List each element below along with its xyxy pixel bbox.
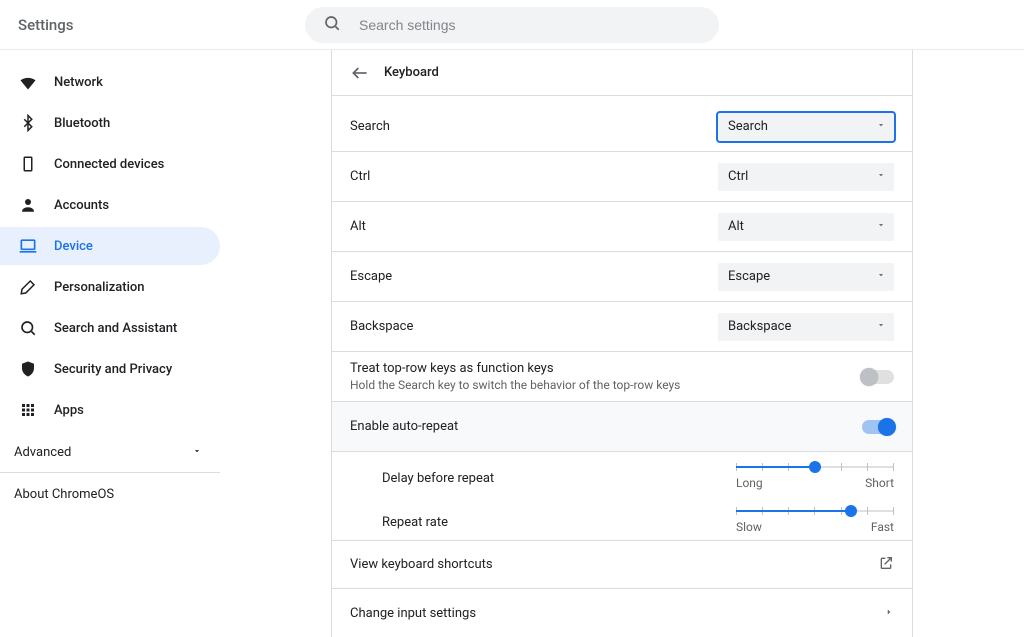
bluetooth-icon xyxy=(18,113,38,133)
external-link-icon xyxy=(878,555,894,575)
sidebar: Network Bluetooth Connected devices Acco… xyxy=(0,50,220,637)
select-value: Ctrl xyxy=(728,169,748,184)
sidebar-item-search-assistant[interactable]: Search and Assistant xyxy=(0,309,220,347)
card-header: Keyboard xyxy=(332,50,912,96)
rate-slider-row: Repeat rate Slow Fast xyxy=(332,496,912,541)
sidebar-item-connected[interactable]: Connected devices xyxy=(0,145,220,183)
select-value: Search xyxy=(728,119,768,134)
shield-icon xyxy=(18,359,38,379)
sidebar-item-label: Security and Privacy xyxy=(54,362,172,377)
keymap-key-label: Escape xyxy=(350,269,392,284)
search-icon xyxy=(18,318,38,338)
delay-right-label: Short xyxy=(865,476,894,490)
sidebar-item-label: Device xyxy=(54,239,93,254)
delay-slider-thumb[interactable] xyxy=(809,461,821,473)
autorepeat-label: Enable auto-repeat xyxy=(350,419,458,434)
keymap-row-backspace: Backspace Backspace xyxy=(332,302,912,352)
sidebar-item-device[interactable]: Device xyxy=(0,227,220,265)
sidebar-item-label: Apps xyxy=(54,403,84,418)
search-input[interactable] xyxy=(357,16,701,34)
topbar: Settings xyxy=(0,0,1024,50)
sidebar-about[interactable]: About ChromeOS xyxy=(0,481,220,508)
chevron-down-icon xyxy=(876,169,886,184)
keymap-row-escape: Escape Escape xyxy=(332,252,912,302)
chevron-down-icon xyxy=(192,445,202,460)
delay-left-label: Long xyxy=(736,476,763,490)
apps-icon xyxy=(18,400,38,420)
sidebar-advanced[interactable]: Advanced xyxy=(0,433,220,473)
search-icon xyxy=(323,14,341,36)
laptop-icon xyxy=(18,236,38,256)
sidebar-item-label: Bluetooth xyxy=(54,116,110,131)
sidebar-item-label: Personalization xyxy=(54,280,145,295)
wifi-icon xyxy=(18,72,38,92)
toprow-sublabel: Hold the Search key to switch the behavi… xyxy=(350,378,680,392)
about-label: About ChromeOS xyxy=(14,487,114,502)
sidebar-item-network[interactable]: Network xyxy=(0,63,220,101)
settings-card: Keyboard Search Search Ctrl Ctrl Alt Alt… xyxy=(331,50,913,637)
rate-left-label: Slow xyxy=(736,520,762,534)
advanced-label: Advanced xyxy=(14,445,71,460)
sidebar-item-accounts[interactable]: Accounts xyxy=(0,186,220,224)
keymap-row-search: Search Search xyxy=(332,102,912,152)
sidebar-item-label: Network xyxy=(54,75,103,90)
toprow-toggle[interactable] xyxy=(862,370,894,384)
rate-label: Repeat rate xyxy=(382,515,448,530)
search-bar[interactable] xyxy=(305,7,719,43)
keymap-select-ctrl[interactable]: Ctrl xyxy=(718,163,894,191)
view-shortcuts-label: View keyboard shortcuts xyxy=(350,557,493,572)
sidebar-item-apps[interactable]: Apps xyxy=(0,391,220,429)
change-input-label: Change input settings xyxy=(350,606,476,621)
select-value: Backspace xyxy=(728,319,791,334)
sidebar-item-bluetooth[interactable]: Bluetooth xyxy=(0,104,220,142)
delay-slider[interactable] xyxy=(736,466,894,468)
keymap-select-escape[interactable]: Escape xyxy=(718,263,894,291)
keymap-key-label: Alt xyxy=(350,219,366,234)
rate-slider[interactable] xyxy=(736,510,894,512)
keymap-key-label: Search xyxy=(350,119,390,134)
app-title: Settings xyxy=(0,16,74,34)
select-value: Escape xyxy=(728,269,770,284)
rate-right-label: Fast xyxy=(871,520,894,534)
main-content: Keyboard Search Search Ctrl Ctrl Alt Alt… xyxy=(220,50,1024,637)
phone-icon xyxy=(18,154,38,174)
delay-slider-row: Delay before repeat Long Short xyxy=(332,452,912,496)
rate-slider-thumb[interactable] xyxy=(845,505,857,517)
keymap-row-alt: Alt Alt xyxy=(332,202,912,252)
page-title: Keyboard xyxy=(384,65,439,80)
chevron-right-icon xyxy=(884,606,894,621)
toprow-label: Treat top-row keys as function keys xyxy=(350,361,680,376)
back-button[interactable] xyxy=(350,63,370,83)
toprow-toggle-row: Treat top-row keys as function keys Hold… xyxy=(332,352,912,402)
keymap-select-backspace[interactable]: Backspace xyxy=(718,313,894,341)
autorepeat-toggle[interactable] xyxy=(862,420,894,434)
autorepeat-toggle-row: Enable auto-repeat xyxy=(332,402,912,452)
sidebar-item-security[interactable]: Security and Privacy xyxy=(0,350,220,388)
chevron-down-icon xyxy=(876,219,886,234)
chevron-down-icon xyxy=(876,269,886,284)
sidebar-item-label: Search and Assistant xyxy=(54,321,177,336)
brush-icon xyxy=(18,277,38,297)
chevron-down-icon xyxy=(876,319,886,334)
sidebar-item-personalization[interactable]: Personalization xyxy=(0,268,220,306)
keymap-select-alt[interactable]: Alt xyxy=(718,213,894,241)
keymap-key-label: Backspace xyxy=(350,319,413,334)
keymap-key-label: Ctrl xyxy=(350,169,370,184)
sidebar-item-label: Accounts xyxy=(54,198,109,213)
select-value: Alt xyxy=(728,219,744,234)
keymap-select-search[interactable]: Search xyxy=(718,113,894,141)
chevron-down-icon xyxy=(876,119,886,134)
person-icon xyxy=(18,195,38,215)
change-input-link[interactable]: Change input settings xyxy=(332,589,912,637)
view-shortcuts-link[interactable]: View keyboard shortcuts xyxy=(332,541,912,589)
keymap-row-ctrl: Ctrl Ctrl xyxy=(332,152,912,202)
sidebar-item-label: Connected devices xyxy=(54,157,164,172)
delay-label: Delay before repeat xyxy=(382,471,494,486)
